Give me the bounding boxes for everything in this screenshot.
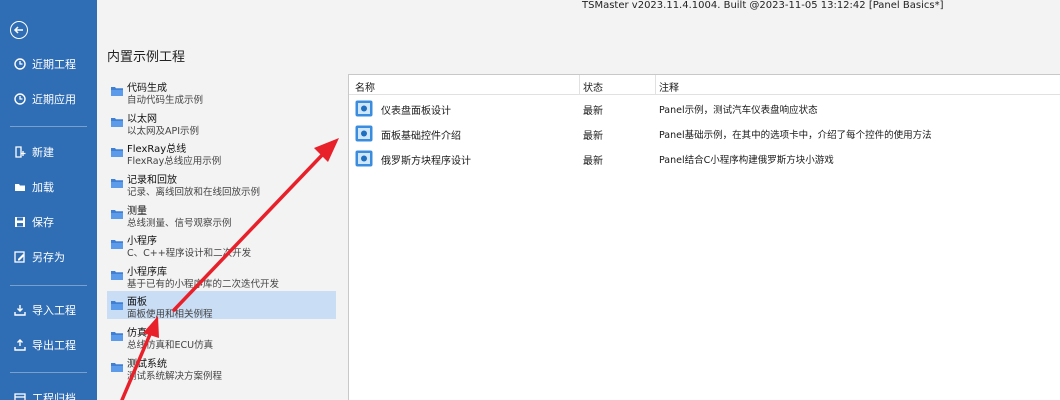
open-folder-icon bbox=[15, 184, 25, 191]
project-status: 最新 bbox=[583, 131, 603, 142]
sidebar-item-archive-project[interactable]: 工程归档 bbox=[14, 390, 76, 400]
panel-project-icon bbox=[355, 125, 373, 142]
folder-icon bbox=[111, 179, 123, 188]
sidebar-item-label: 近期工程 bbox=[32, 58, 76, 71]
panel-project-icon bbox=[355, 150, 373, 167]
save-as-icon bbox=[14, 251, 25, 263]
category-desc: 测试系统解决方案例程 bbox=[127, 371, 223, 382]
project-status: 最新 bbox=[583, 106, 603, 117]
sidebar-item-label: 导入工程 bbox=[32, 304, 76, 317]
folder-icon bbox=[111, 271, 123, 280]
save-icon bbox=[15, 217, 25, 227]
project-name: 俄罗斯方块程序设计 bbox=[381, 156, 471, 167]
table-header: 名称 状态 注释 bbox=[349, 75, 1060, 95]
project-name: 仪表盘面板设计 bbox=[381, 106, 451, 117]
window-title: TSMaster v2023.11.4.1004. Built @2023-11… bbox=[582, 0, 944, 11]
column-header-status[interactable]: 状态 bbox=[583, 79, 603, 94]
back-arrow-icon[interactable] bbox=[10, 21, 28, 39]
category-desc: 记录、离线回放和在线回放示例 bbox=[127, 187, 261, 198]
sidebar-item-save-as[interactable]: 另存为 bbox=[14, 249, 65, 265]
category-desc: 总线仿真和ECU仿真 bbox=[127, 340, 214, 351]
table-row[interactable]: 俄罗斯方块程序设计 最新 Panel结合C小程序构建俄罗斯方块小游戏 bbox=[349, 146, 1060, 170]
sidebar: 近期工程 近期应用 新建 加载 保存 另存为 导入工程 导出工程 工程归档 bbox=[0, 0, 97, 400]
project-note: Panel示例，测试汽车仪表盘响应状态 bbox=[659, 105, 818, 116]
sidebar-item-save[interactable]: 保存 bbox=[14, 214, 54, 230]
category-item[interactable]: 小程序 C、C++程序设计和二次开发 bbox=[107, 230, 336, 259]
sidebar-item-label: 近期应用 bbox=[32, 93, 76, 106]
category-item[interactable]: 记录和回放 记录、离线回放和在线回放示例 bbox=[107, 169, 336, 198]
column-header-note[interactable]: 注释 bbox=[659, 79, 679, 94]
folder-icon bbox=[111, 148, 123, 157]
category-list: 代码生成 自动代码生成示例 以太网 以太网及API示例 FlexRay总线 Fl… bbox=[107, 75, 338, 400]
column-divider[interactable] bbox=[655, 75, 656, 95]
column-header-name[interactable]: 名称 bbox=[355, 79, 375, 94]
project-name: 面板基础控件介绍 bbox=[381, 131, 461, 142]
archive-icon bbox=[14, 393, 26, 400]
folder-icon bbox=[111, 118, 123, 127]
sidebar-item-export-project[interactable]: 导出工程 bbox=[14, 337, 76, 353]
folder-icon bbox=[111, 332, 123, 341]
category-item[interactable]: 小程序库 基于已有的小程序库的二次迭代开发 bbox=[107, 261, 336, 290]
clock-icon bbox=[14, 58, 26, 70]
folder-icon bbox=[111, 240, 123, 249]
category-desc: 自动代码生成示例 bbox=[127, 95, 204, 106]
sidebar-item-label: 另存为 bbox=[32, 251, 65, 264]
category-item-selected[interactable]: 面板 面板使用和相关例程 bbox=[107, 291, 336, 320]
sidebar-item-label: 导出工程 bbox=[32, 339, 76, 352]
category-item[interactable]: 测量 总线测量、信号观察示例 bbox=[107, 200, 336, 229]
sidebar-item-recent-projects[interactable]: 近期工程 bbox=[14, 56, 76, 72]
category-desc: C、C++程序设计和二次开发 bbox=[127, 248, 252, 259]
panel-project-icon bbox=[355, 100, 373, 117]
category-item[interactable]: FlexRay总线 FlexRay总线应用示例 bbox=[107, 138, 336, 167]
sidebar-item-label: 加载 bbox=[32, 181, 54, 194]
category-desc: FlexRay总线应用示例 bbox=[127, 156, 222, 167]
category-desc: 总线测量、信号观察示例 bbox=[127, 218, 232, 229]
category-desc: 基于已有的小程序库的二次迭代开发 bbox=[127, 279, 280, 290]
sidebar-item-label: 新建 bbox=[32, 146, 54, 159]
category-item[interactable]: 代码生成 自动代码生成示例 bbox=[107, 77, 336, 106]
table-row[interactable]: 面板基础控件介绍 最新 Panel基础示例，在其中的选项卡中，介绍了每个控件的使… bbox=[349, 121, 1060, 145]
project-table: 名称 状态 注释 仪表盘面板设计 最新 Panel示例，测试汽车仪表盘响应状态 … bbox=[348, 74, 1060, 400]
folder-icon bbox=[111, 301, 123, 310]
category-desc: 以太网及API示例 bbox=[127, 126, 200, 137]
page-title: 内置示例工程 bbox=[107, 50, 186, 65]
clock-icon bbox=[14, 93, 26, 105]
import-icon bbox=[14, 305, 26, 316]
folder-icon bbox=[111, 363, 123, 372]
category-item[interactable]: 测试系统 测试系统解决方案例程 bbox=[107, 353, 336, 382]
sidebar-item-import-project[interactable]: 导入工程 bbox=[14, 302, 76, 318]
sidebar-divider bbox=[10, 372, 87, 373]
export-icon bbox=[14, 339, 26, 351]
project-note: Panel基础示例，在其中的选项卡中，介绍了每个控件的使用方法 bbox=[659, 130, 932, 141]
category-item[interactable]: 以太网 以太网及API示例 bbox=[107, 108, 336, 137]
table-row[interactable]: 仪表盘面板设计 最新 Panel示例，测试汽车仪表盘响应状态 bbox=[349, 96, 1060, 120]
folder-icon bbox=[111, 87, 123, 96]
sidebar-item-recent-apps[interactable]: 近期应用 bbox=[14, 91, 76, 107]
column-divider[interactable] bbox=[579, 75, 580, 95]
folder-icon bbox=[111, 210, 123, 219]
project-note: Panel结合C小程序构建俄罗斯方块小游戏 bbox=[659, 155, 834, 166]
category-desc: 面板使用和相关例程 bbox=[127, 309, 213, 320]
sidebar-item-label: 保存 bbox=[32, 216, 54, 229]
new-file-icon bbox=[15, 146, 26, 158]
sidebar-divider bbox=[10, 126, 87, 127]
sidebar-item-new[interactable]: 新建 bbox=[14, 144, 54, 160]
sidebar-divider bbox=[10, 285, 87, 286]
sidebar-item-label: 工程归档 bbox=[32, 392, 76, 400]
project-status: 最新 bbox=[583, 156, 603, 167]
sidebar-item-load[interactable]: 加载 bbox=[14, 179, 54, 195]
category-item[interactable]: 仿真 总线仿真和ECU仿真 bbox=[107, 322, 336, 351]
